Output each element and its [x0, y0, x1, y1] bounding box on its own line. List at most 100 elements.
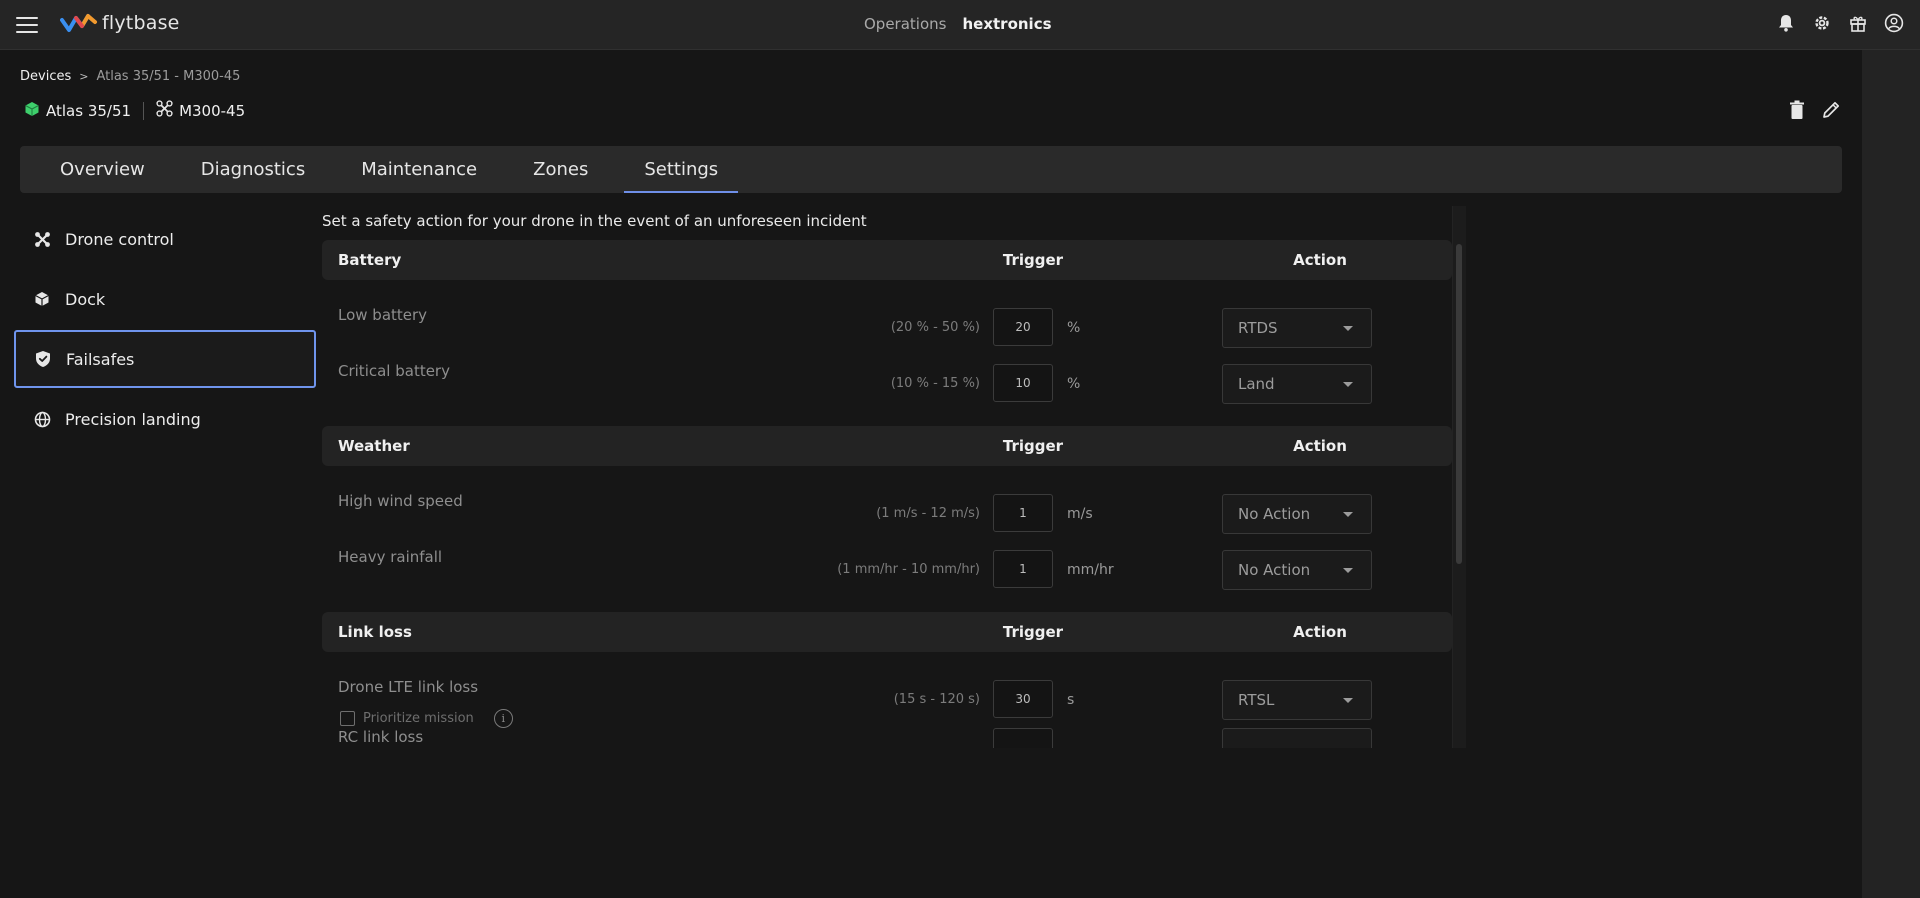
sidebar-item-drone-control[interactable]: Drone control — [14, 210, 316, 268]
logo-mark-icon — [60, 14, 97, 32]
action-column-header: Action — [1293, 437, 1347, 455]
failsafe-row-rc-link-loss: RC link loss — [322, 728, 1452, 748]
breadcrumb-current: Atlas 35/51 - M300-45 — [96, 69, 241, 84]
action-selected-value: RTSL — [1238, 691, 1275, 709]
trash-icon[interactable] — [1786, 99, 1808, 121]
trigger-range: (15 s - 120 s) — [893, 692, 980, 707]
trigger-value-input[interactable]: 1 — [993, 494, 1053, 532]
shield-check-icon — [34, 350, 52, 368]
trigger-unit: % — [1067, 376, 1081, 392]
dock-name: Atlas 35/51 — [46, 101, 132, 120]
action-select[interactable]: Land — [1222, 364, 1372, 404]
trigger-value-input[interactable]: 10 — [993, 364, 1053, 402]
caret-down-icon — [1343, 326, 1353, 331]
caret-down-icon — [1343, 568, 1353, 573]
trigger-range: (1 m/s - 12 m/s) — [876, 506, 980, 521]
failsafes-description: Set a safety action for your drone in th… — [322, 212, 867, 230]
action-select[interactable]: RTSL — [1222, 680, 1372, 720]
bell-icon[interactable] — [1776, 13, 1796, 33]
sidebar-item-dock[interactable]: Dock — [14, 270, 316, 328]
failsafe-row-critical-battery: Critical battery (10 % - 15 %) 10 % Land — [322, 348, 1452, 404]
device-title: Atlas 35/51 M300-45 — [24, 100, 245, 121]
action-selected-value: Land — [1238, 375, 1275, 393]
action-column-header: Action — [1293, 623, 1347, 641]
action-select[interactable] — [1222, 728, 1372, 748]
user-circle-icon[interactable] — [1884, 13, 1904, 33]
breadcrumb: Devices > Atlas 35/51 - M300-45 — [20, 69, 240, 84]
drone-icon — [33, 230, 51, 248]
pencil-icon[interactable] — [1820, 99, 1842, 121]
failsafe-row-low-battery: Low battery (20 % - 50 %) 20 % RTDS — [322, 292, 1452, 348]
failsafe-label: Heavy rainfall — [338, 548, 443, 566]
action-select[interactable]: No Action — [1222, 494, 1372, 534]
sidebar-item-label: Drone control — [65, 229, 174, 249]
breadcrumb-separator: > — [79, 70, 89, 83]
top-actions — [1776, 13, 1904, 33]
org-context: Operations hextronics — [864, 15, 1052, 33]
tab-bar: Overview Diagnostics Maintenance Zones S… — [20, 146, 1842, 193]
section-title: Link loss — [338, 623, 412, 641]
action-selected-value: RTDS — [1238, 319, 1278, 337]
hamburger-menu-icon[interactable] — [16, 17, 38, 33]
checkbox-label: Prioritize mission — [363, 711, 474, 726]
failsafe-label: Critical battery — [338, 362, 450, 380]
content-scrollbar[interactable] — [1452, 206, 1466, 748]
header-actions — [1786, 99, 1842, 121]
sidebar-item-label: Precision landing — [65, 409, 201, 429]
trigger-range: (20 % - 50 %) — [890, 320, 980, 335]
sidebar-item-precision-landing[interactable]: Precision landing — [14, 390, 316, 448]
action-column-header: Action — [1293, 251, 1347, 269]
failsafe-label: RC link loss — [338, 728, 424, 746]
sidebar-item-label: Dock — [65, 289, 106, 309]
top-bar: flytbase Operations hextronics — [0, 0, 1920, 50]
caret-down-icon — [1343, 382, 1353, 387]
org-name[interactable]: hextronics — [962, 15, 1051, 33]
operations-link[interactable]: Operations — [864, 15, 946, 33]
tab-zones[interactable]: Zones — [513, 146, 608, 193]
gear-icon[interactable] — [1812, 13, 1832, 33]
failsafe-label: High wind speed — [338, 492, 463, 510]
action-select[interactable]: RTDS — [1222, 308, 1372, 348]
globe-icon — [33, 410, 51, 428]
breadcrumb-devices[interactable]: Devices — [20, 69, 71, 84]
flytbase-logo[interactable]: flytbase — [60, 12, 180, 34]
link-loss-section-header: Link loss Trigger Action — [322, 612, 1452, 652]
failsafe-label: Drone LTE link loss — [338, 678, 479, 696]
failsafes-panel: Set a safety action for your drone in th… — [322, 206, 1452, 748]
trigger-unit: s — [1067, 692, 1075, 708]
settings-sidebar: Drone control Dock Failsafes Precision l… — [14, 210, 316, 450]
trigger-unit: mm/hr — [1067, 562, 1114, 578]
sidebar-item-failsafes[interactable]: Failsafes — [14, 330, 316, 388]
tab-maintenance[interactable]: Maintenance — [341, 146, 497, 193]
drone-icon — [156, 100, 173, 121]
tab-diagnostics[interactable]: Diagnostics — [181, 146, 325, 193]
right-side-panel — [1862, 50, 1920, 898]
trigger-value-input[interactable]: 30 — [993, 680, 1053, 718]
battery-section-header: Battery Trigger Action — [322, 240, 1452, 280]
sidebar-item-label: Failsafes — [66, 349, 135, 369]
action-selected-value: No Action — [1238, 505, 1311, 523]
action-selected-value: No Action — [1238, 561, 1311, 579]
trigger-value-input[interactable]: 1 — [993, 550, 1053, 588]
trigger-range: (1 mm/hr - 10 mm/hr) — [837, 562, 980, 577]
trigger-column-header: Trigger — [1002, 251, 1064, 269]
trigger-unit: % — [1067, 320, 1081, 336]
info-icon[interactable]: i — [493, 709, 513, 728]
failsafe-label: Low battery — [338, 306, 428, 324]
dock-icon — [24, 101, 40, 121]
action-select[interactable]: No Action — [1222, 550, 1372, 590]
title-divider — [143, 101, 145, 120]
tab-settings[interactable]: Settings — [624, 146, 739, 193]
tab-overview[interactable]: Overview — [40, 146, 165, 193]
prioritize-mission-option: Prioritize mission i — [340, 709, 513, 728]
drone-name: M300-45 — [179, 101, 246, 120]
prioritize-mission-checkbox[interactable] — [340, 711, 355, 726]
trigger-value-input[interactable]: 20 — [993, 308, 1053, 346]
scrollbar-thumb[interactable] — [1456, 244, 1462, 564]
trigger-range: (10 % - 15 %) — [890, 376, 980, 391]
caret-down-icon — [1343, 512, 1353, 517]
failsafe-row-high-wind-speed: High wind speed (1 m/s - 12 m/s) 1 m/s N… — [322, 478, 1452, 534]
gift-icon[interactable] — [1848, 13, 1868, 33]
trigger-value-input[interactable] — [993, 728, 1053, 748]
section-title: Weather — [338, 437, 410, 455]
